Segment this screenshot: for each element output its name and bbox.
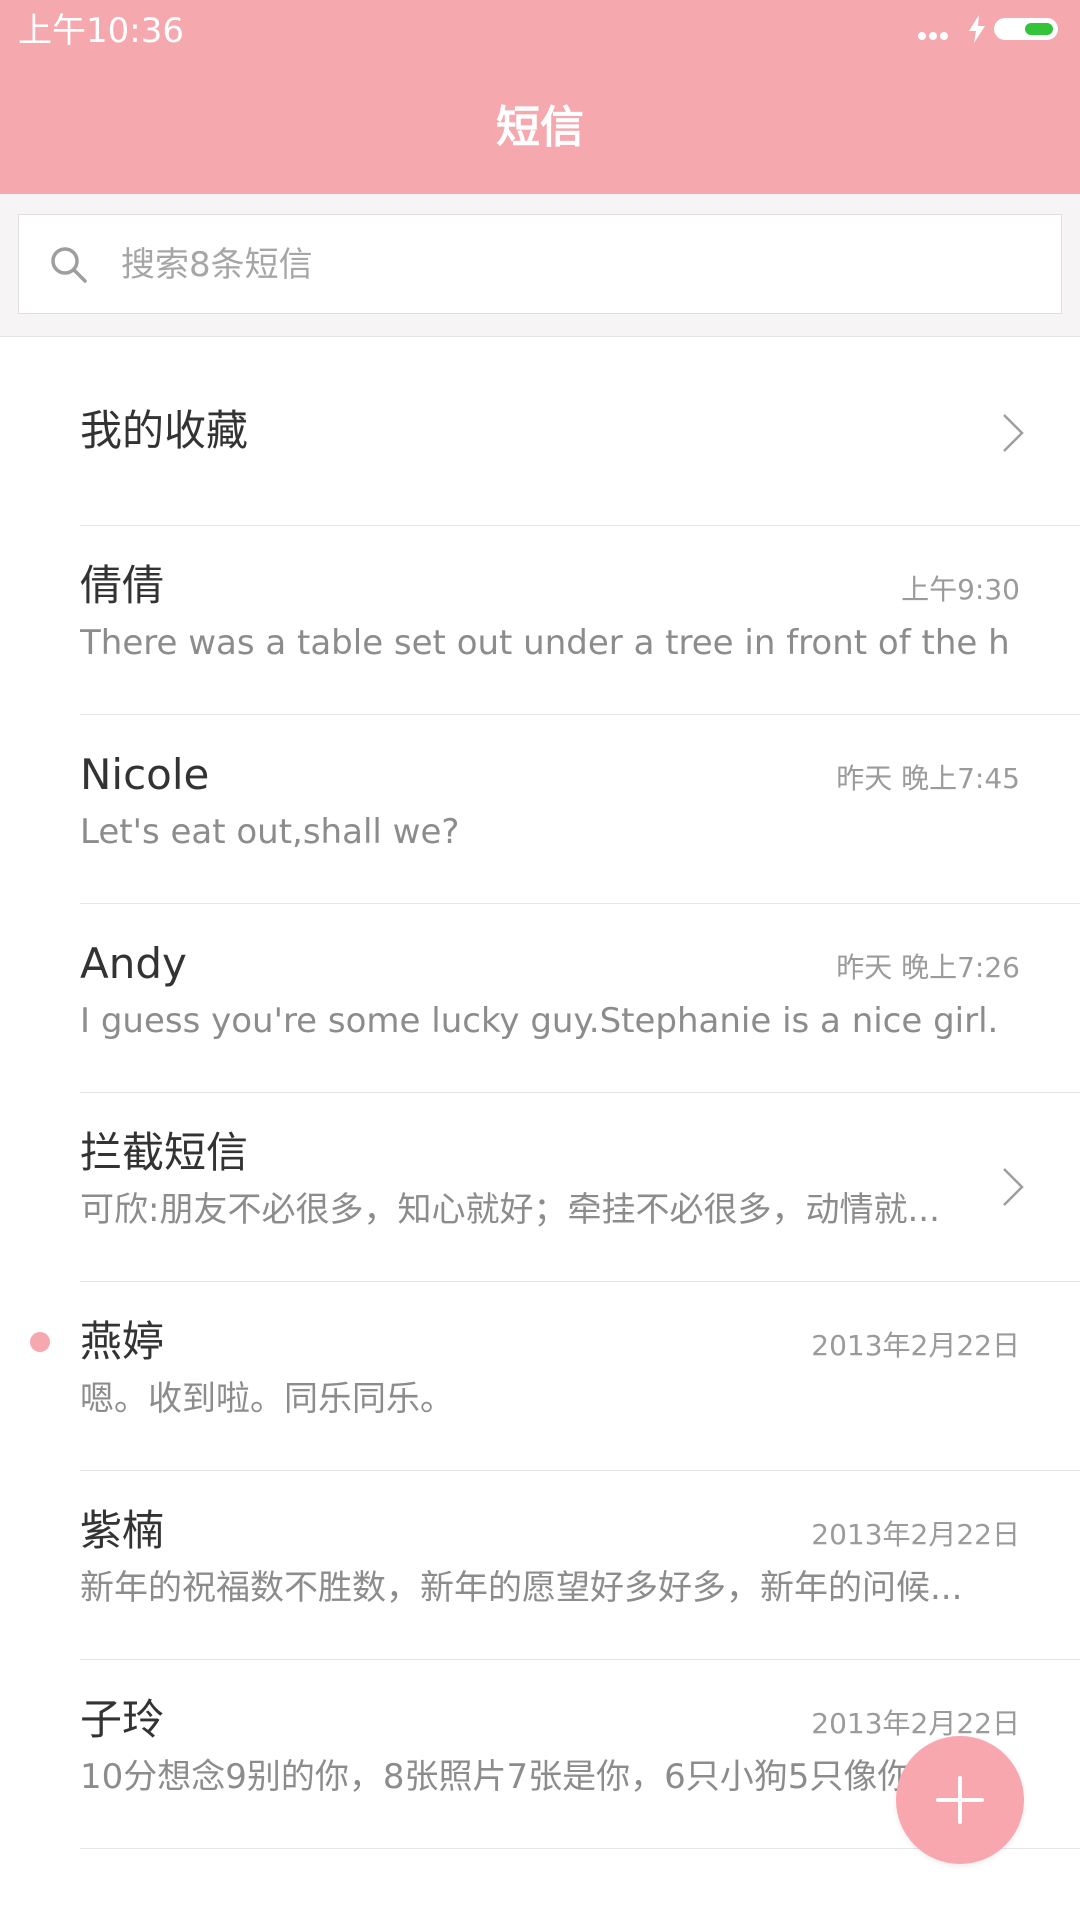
message-time: 2013年2月22日: [811, 1707, 1020, 1740]
list-item-conversation[interactable]: 紫楠 2013年2月22日 新年的祝福数不胜数，新年的愿望好多好多，新年的问候.…: [0, 1471, 1080, 1660]
contact-name: 紫楠: [80, 1506, 165, 1555]
app-header: 上午10:36 短信: [0, 0, 1080, 194]
message-time: 昨天 晚上7:45: [836, 762, 1020, 795]
plus-icon: [936, 1776, 984, 1824]
message-time: 昨天 晚上7:26: [836, 951, 1020, 984]
unread-indicator: [30, 1332, 50, 1352]
contact-name: Andy: [80, 939, 187, 988]
list-item-conversation[interactable]: 倩倩 上午9:30 There was a table set out unde…: [0, 526, 1080, 715]
battery-icon: [994, 18, 1058, 40]
list-item-title: 我的收藏: [80, 406, 249, 455]
message-preview: 10分想念9别的你，8张照片7张是你，6只小狗5只像你: [80, 1757, 912, 1797]
list-item-conversation[interactable]: Andy 昨天 晚上7:26 I guess you're some lucky…: [0, 904, 1080, 1093]
list-item-conversation[interactable]: Nicole 昨天 晚上7:45 Let's eat out,shall we?: [0, 715, 1080, 904]
page-title: 短信: [496, 102, 584, 153]
contact-name: 燕婷: [80, 1317, 165, 1366]
list-item-blocked-messages[interactable]: 拦截短信 可欣:朋友不必很多，知心就好；牵挂不必很多，动情就...: [0, 1093, 1080, 1282]
message-time: 2013年2月22日: [811, 1329, 1020, 1362]
contact-name: 子玲: [80, 1695, 165, 1744]
list-item-title: 拦截短信: [80, 1128, 249, 1177]
search-input[interactable]: 搜索8条短信: [18, 214, 1062, 314]
status-time: 上午10:36: [18, 11, 184, 51]
battery-level: [1025, 23, 1053, 35]
contact-name: Nicole: [80, 750, 210, 799]
chevron-right-icon: [1003, 1168, 1024, 1206]
search-icon: [51, 247, 87, 283]
list-item-conversation[interactable]: 燕婷 2013年2月22日 嗯。收到啦。同乐同乐。: [0, 1282, 1080, 1471]
message-preview: 可欣:朋友不必很多，知心就好；牵挂不必很多，动情就...: [80, 1190, 940, 1230]
search-placeholder: 搜索8条短信: [121, 245, 313, 285]
message-time: 上午9:30: [901, 573, 1020, 606]
message-preview: There was a table set out under a tree i…: [80, 623, 1010, 663]
list-item-favorites[interactable]: 我的收藏: [0, 337, 1080, 526]
message-preview: 嗯。收到啦。同乐同乐。: [80, 1379, 454, 1419]
compose-button[interactable]: [896, 1736, 1024, 1864]
message-preview: Let's eat out,shall we?: [80, 812, 460, 852]
charging-bolt-icon: [969, 15, 985, 43]
message-time: 2013年2月22日: [811, 1518, 1020, 1551]
message-preview: I guess you're some lucky guy.Stephanie …: [80, 1001, 999, 1041]
contact-name: 倩倩: [80, 561, 165, 610]
search-bar: 搜索8条短信: [0, 194, 1080, 337]
message-preview: 新年的祝福数不胜数，新年的愿望好多好多，新年的问候...: [80, 1568, 963, 1608]
chevron-right-icon: [1003, 414, 1024, 452]
signal-dots-icon: [918, 25, 958, 40]
